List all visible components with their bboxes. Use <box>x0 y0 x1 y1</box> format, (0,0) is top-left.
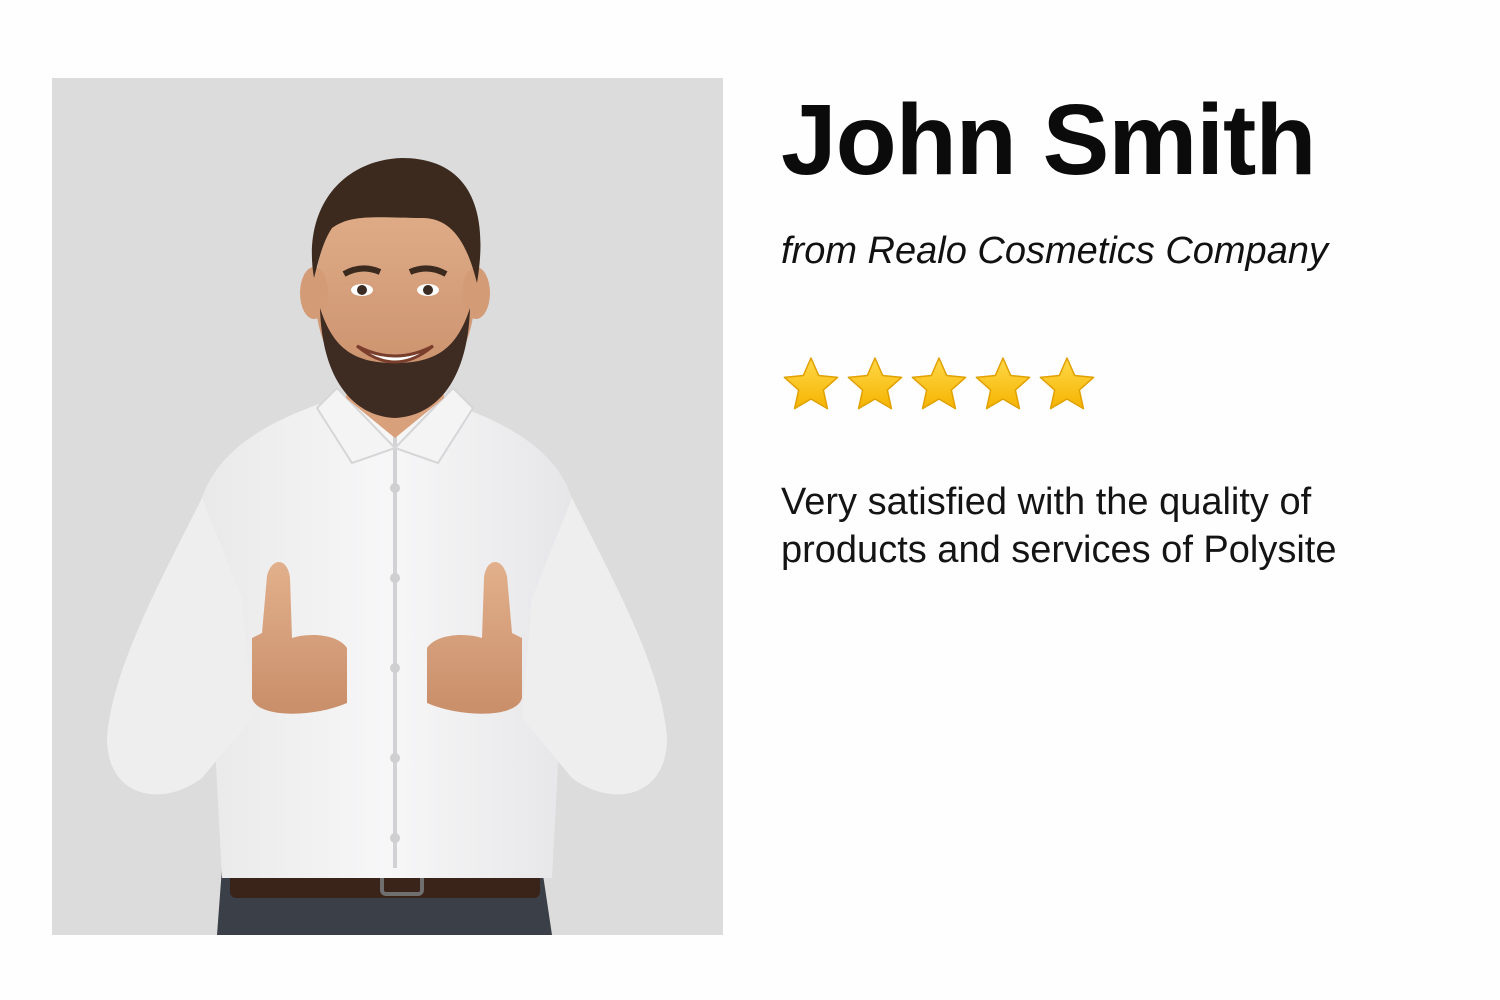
star-rating <box>781 354 1461 416</box>
star-icon <box>1037 354 1097 414</box>
testimonial-quote: Very satisfied with the quality of produ… <box>781 481 1337 571</box>
testimonial-photo <box>52 78 723 935</box>
customer-name: John Smith <box>781 84 1316 196</box>
star-icon <box>781 354 841 414</box>
testimonial-card: John Smith from Realo Cosmetics Company … <box>0 0 1500 1000</box>
person-thumbs-up-photo <box>52 78 723 935</box>
star-icon <box>909 354 969 414</box>
testimonial-info: John Smith from Realo Cosmetics Company … <box>781 80 1461 574</box>
customer-company: from Realo Cosmetics Company <box>781 230 1328 272</box>
star-icon <box>845 354 905 414</box>
star-icon <box>973 354 1033 414</box>
